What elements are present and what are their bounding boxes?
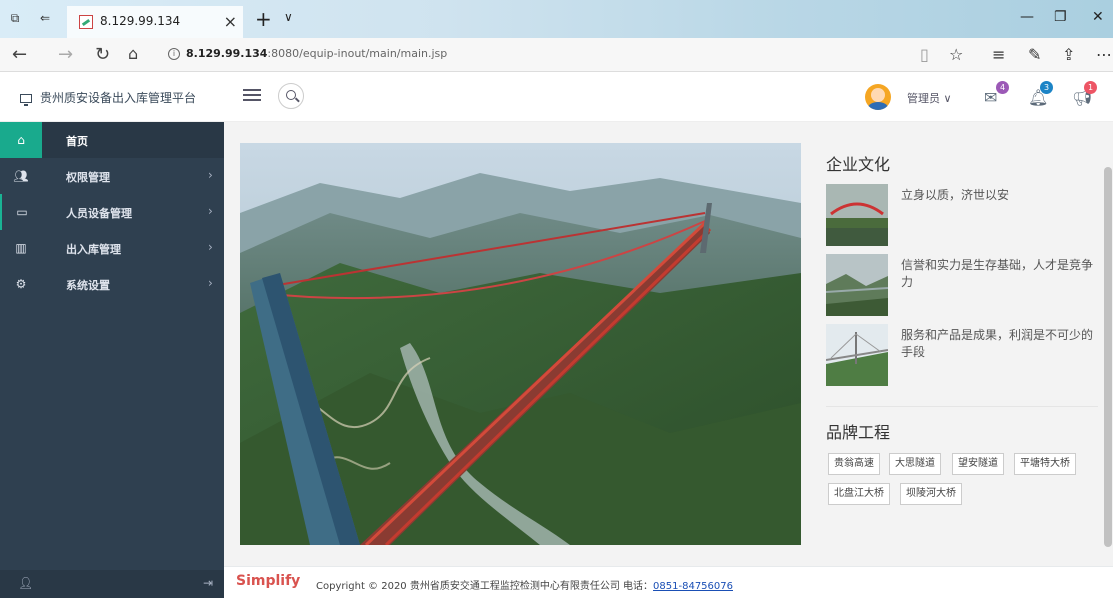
user-name: 管理员 <box>907 92 940 105</box>
user-menu[interactable]: 管理员 ∨ <box>907 90 952 106</box>
footer-logo: Simplify <box>236 573 301 589</box>
sidebar-item-label: 系统设置 <box>66 279 110 292</box>
refresh-button[interactable]: ↻ <box>95 44 110 65</box>
sidebar-footer: 👤︎ ⇥ <box>0 570 224 598</box>
culture-thumb-image <box>826 324 888 386</box>
users-icon: 👥︎ <box>13 169 29 183</box>
brand-title: 贵州质安设备出入库管理平台 <box>40 91 197 105</box>
sidebar-item-settings[interactable]: ⚙︎ 系统设置 › <box>0 266 224 302</box>
app-brand[interactable]: 贵州质安设备出入库管理平台 <box>20 89 196 106</box>
hero-bridge-image <box>240 143 801 545</box>
monitor-icon <box>20 94 32 106</box>
project-tag[interactable]: 北盘江大桥 <box>828 483 890 505</box>
envelope-icon: ✉ <box>984 88 998 107</box>
home-icon: ⌂ <box>0 122 42 158</box>
page-footer: Simplify Copyright © 2020 贵州省质安交通工程监控检测中… <box>224 566 1113 598</box>
messages-badge: 4 <box>996 81 1009 94</box>
app-header: 贵州质安设备出入库管理平台 管理员 ∨ ✉ 4 🔔︎ 3 📢︎ 1 <box>0 72 1113 122</box>
restore-button[interactable]: ❐ <box>1054 9 1067 25</box>
alerts-badge: 3 <box>1040 81 1053 94</box>
culture-item: 信誉和实力是生存基础，人才是竞争力 <box>826 254 1106 318</box>
chevron-right-icon: › <box>208 240 213 254</box>
site-info-icon[interactable]: i <box>168 48 180 60</box>
sidebar-item-personnel-equipment[interactable]: ▭ 人员设备管理 › <box>0 194 224 230</box>
close-tab-icon[interactable]: × <box>224 12 237 31</box>
browser-tab-bar: ⧉ ⇐ 8.129.99.134 × + ∨ — ❐ ✕ <box>0 0 1113 38</box>
menu-toggle-button[interactable] <box>243 86 261 102</box>
sidebar-item-home[interactable]: ⌂ 首页 <box>0 122 224 158</box>
minimize-button[interactable]: — <box>1020 9 1034 25</box>
home-button[interactable]: ⌂ <box>128 44 138 63</box>
sidebar: ⌂ 首页 👥︎ 权限管理 › ▭ 人员设备管理 › ▥ 出入库管理 › ⚙︎ 系… <box>0 122 224 598</box>
project-tag[interactable]: 贵翁高速 <box>828 453 880 475</box>
browser-tab[interactable]: 8.129.99.134 × <box>67 6 243 38</box>
avatar[interactable] <box>865 84 891 110</box>
favorites-list-icon[interactable]: ≡ <box>992 45 1005 64</box>
alerts-button[interactable]: 🔔︎ 3 <box>1028 81 1053 107</box>
project-tag[interactable]: 大思隧道 <box>889 453 941 475</box>
search-button[interactable] <box>278 83 304 109</box>
notices-button[interactable]: 📢︎ 1 <box>1072 81 1097 107</box>
project-tag[interactable]: 望安隧道 <box>952 453 1004 475</box>
culture-title: 企业文化 <box>826 155 891 174</box>
culture-text: 信誉和实力是生存基础，人才是竞争力 <box>901 258 1094 289</box>
culture-thumb-image <box>826 254 888 316</box>
new-tab-button[interactable]: + <box>255 7 272 31</box>
back-button[interactable]: ← <box>12 44 27 65</box>
logout-icon[interactable]: ⇥ <box>203 576 213 590</box>
gears-icon: ⚙︎ <box>15 277 27 291</box>
culture-item: 立身以质，济世以安 <box>826 184 1106 248</box>
copyright-text: Copyright © 2020 贵州省质安交通工程监控检测中心有限责任公司 电… <box>316 581 733 592</box>
sidebar-item-label: 权限管理 <box>66 171 110 184</box>
sidebar-item-label: 人员设备管理 <box>66 207 132 220</box>
culture-item: 服务和产品是成果，利润是不可少的手段 <box>826 324 1106 388</box>
url-field[interactable]: 8.129.99.134:8080/equip-inout/main/main.… <box>186 47 447 60</box>
card-icon: ▭ <box>0 194 42 230</box>
forward-button[interactable]: → <box>58 44 73 65</box>
pen-icon[interactable]: ✎ <box>1028 45 1041 64</box>
project-tag[interactable]: 平塘特大桥 <box>1014 453 1076 475</box>
culture-text: 服务和产品是成果，利润是不可少的手段 <box>901 328 1094 359</box>
favicon-icon <box>79 15 93 29</box>
sidebar-item-label: 首页 <box>66 135 88 148</box>
page-scrollbar[interactable] <box>1104 167 1112 547</box>
share-icon[interactable]: ⇪ <box>1062 45 1075 64</box>
culture-text: 立身以质，济世以安 <box>901 188 1010 202</box>
chart-icon: ▥ <box>15 241 27 255</box>
more-icon[interactable]: ⋯ <box>1096 45 1112 64</box>
culture-thumb-image <box>826 184 888 246</box>
address-bar-row: ← → ↻ ⌂ i 8.129.99.134:8080/equip-inout/… <box>0 38 1113 72</box>
chevron-right-icon: › <box>208 204 213 218</box>
notices-badge: 1 <box>1084 81 1097 94</box>
project-tag[interactable]: 坝陵河大桥 <box>900 483 962 505</box>
section-divider <box>826 406 1098 407</box>
phone-link[interactable]: 0851-84756076 <box>653 581 733 592</box>
user-add-icon[interactable]: 👤︎ <box>18 576 33 590</box>
tab-dropdown-icon[interactable]: ∨ <box>284 10 293 24</box>
brand-projects-title: 品牌工程 <box>826 423 891 442</box>
sidebar-item-inout[interactable]: ▥ 出入库管理 › <box>0 230 224 266</box>
favorite-star-icon[interactable]: ☆ <box>949 45 963 64</box>
tab-title: 8.129.99.134 <box>100 14 181 28</box>
tab-preview-icon[interactable]: ⇐ <box>38 11 52 25</box>
sidebar-item-permissions[interactable]: 👥︎ 权限管理 › <box>0 158 224 194</box>
close-window-button[interactable]: ✕ <box>1092 9 1104 25</box>
messages-button[interactable]: ✉ 4 <box>984 81 1009 107</box>
reading-view-icon[interactable]: ▯ <box>920 45 929 64</box>
sidebar-item-label: 出入库管理 <box>66 243 121 256</box>
chevron-right-icon: › <box>208 168 213 182</box>
chevron-right-icon: › <box>208 276 213 290</box>
tab-actions-icon[interactable]: ⧉ <box>8 11 22 25</box>
